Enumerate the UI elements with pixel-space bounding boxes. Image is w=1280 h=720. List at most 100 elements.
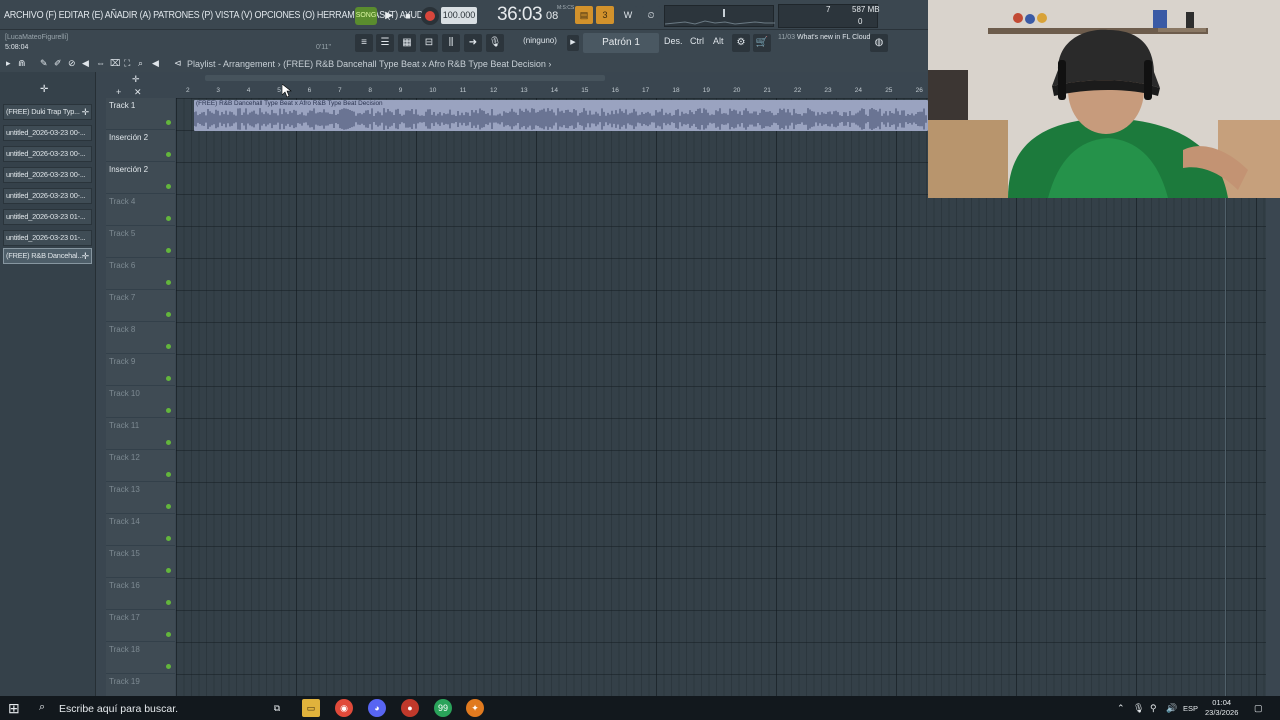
track-mute-led[interactable] <box>166 344 171 349</box>
wait-icon[interactable]: W <box>619 6 637 24</box>
track-mute-led[interactable] <box>166 312 171 317</box>
track-mute-led[interactable] <box>166 600 171 605</box>
fl-studio-icon[interactable]: ✦ <box>466 699 484 717</box>
track-header[interactable]: Track 15 <box>106 546 175 578</box>
song-mode-button[interactable]: SONG <box>355 7 377 25</box>
track-mute-led[interactable] <box>166 152 171 157</box>
channel-rack-icon[interactable]: ☰ <box>376 34 394 52</box>
horizontal-scrollbar[interactable] <box>205 75 605 81</box>
browser-item[interactable]: untitled_2026-03-23 01-... <box>3 209 92 225</box>
add-track-icon[interactable]: + <box>116 87 121 97</box>
track-header[interactable]: Track 13 <box>106 482 175 514</box>
track-header[interactable]: Track 16 <box>106 578 175 610</box>
snap-selector[interactable]: (ninguno) <box>520 36 560 45</box>
track-header[interactable]: Track 17 <box>106 610 175 642</box>
track-mute-led[interactable] <box>166 184 171 189</box>
speaker-icon[interactable]: ◀ <box>152 58 159 69</box>
track-mute-led[interactable] <box>166 664 171 669</box>
stop-icon[interactable]: ■ <box>400 7 416 25</box>
settings-icon[interactable]: ⚙ <box>732 34 750 52</box>
track-mute-led[interactable] <box>166 440 171 445</box>
browser-item[interactable]: untitled_2026-03-23 00-... <box>3 167 92 183</box>
pattern-selector[interactable]: Patrón 1 <box>583 33 659 53</box>
play-icon[interactable]: ▶ <box>380 7 398 25</box>
taskbar-search-input[interactable]: Escribe aquí para buscar. <box>59 703 178 715</box>
undo-button[interactable]: Des. <box>664 36 683 46</box>
delete-icon[interactable]: ⊘ <box>68 58 76 69</box>
ctrl-button[interactable]: Ctrl <box>690 36 704 46</box>
track-header[interactable]: Track 5 <box>106 226 175 258</box>
track-mute-led[interactable] <box>166 408 171 413</box>
volume-icon[interactable]: 🔊 <box>1166 703 1177 714</box>
track-header[interactable]: Track 9 <box>106 354 175 386</box>
playlist-menu-icon[interactable]: ▸ <box>6 58 11 69</box>
track-mute-led[interactable] <box>166 504 171 509</box>
zoom-icon[interactable]: ⌕ <box>138 58 143 69</box>
piano-roll-icon[interactable]: ▦ <box>398 34 416 52</box>
pattern-song-icon[interactable]: ▤ <box>575 6 593 24</box>
track-mute-led[interactable] <box>166 632 171 637</box>
track-header[interactable]: Track 10 <box>106 386 175 418</box>
track-header[interactable]: Track 1 <box>106 98 175 130</box>
track-header[interactable]: Track 7 <box>106 290 175 322</box>
track-mute-led[interactable] <box>166 536 171 541</box>
tempo-display[interactable]: 100.000 <box>441 7 477 24</box>
track-header[interactable]: Track 11 <box>106 418 175 450</box>
microphone-icon[interactable]: 🎙 <box>486 34 504 52</box>
pattern-prev-icon[interactable]: ▶ <box>567 35 579 51</box>
slice-icon[interactable]: ⌧ <box>110 58 120 69</box>
close-icon[interactable]: ✕ <box>134 87 142 98</box>
notifications-icon[interactable]: ▢ <box>1254 703 1263 714</box>
search-icon[interactable]: ⌕ <box>39 701 45 714</box>
chrome-icon[interactable]: ◉ <box>335 699 353 717</box>
mixer-icon[interactable]: ⊟ <box>420 34 438 52</box>
browser-item[interactable]: untitled_2026-03-23 00-... <box>3 125 92 141</box>
select-icon[interactable]: ⛶ <box>124 58 130 69</box>
magnet-icon[interactable]: ⋒ <box>18 58 26 69</box>
store-icon[interactable]: 🛒 <box>753 34 771 52</box>
browser-item[interactable]: untitled_2026-03-23 00-... <box>3 188 92 204</box>
discord-icon[interactable]: ◕ <box>368 699 386 717</box>
metronome-icon[interactable]: ⏲ <box>642 6 660 24</box>
microphone-tray-icon[interactable]: 🎙 <box>1133 703 1144 714</box>
browser-item-selected[interactable]: (FREE) R&B Dancehal... ✛ <box>3 248 92 264</box>
track-mute-led[interactable] <box>166 472 171 477</box>
track-header[interactable]: Track 4 <box>106 194 175 226</box>
track-mute-led[interactable] <box>166 248 171 253</box>
mute-icon[interactable]: ◀ <box>82 58 89 69</box>
track-header[interactable]: Track 18 <box>106 642 175 674</box>
clock[interactable]: 01:04 23/3/2026 <box>1205 698 1238 718</box>
browser-item[interactable]: untitled_2026-03-23 00-... <box>3 146 92 162</box>
network-icon[interactable]: ⚲ <box>1150 703 1157 714</box>
browser-item[interactable]: untitled_2026-03-23 01-... <box>3 230 92 246</box>
language-indicator[interactable]: ESP <box>1183 704 1198 713</box>
windows-start-icon[interactable]: ⊞ <box>8 700 20 717</box>
track-header[interactable]: Track 12 <box>106 450 175 482</box>
browser-icon[interactable]: ⫼ <box>442 34 460 52</box>
track-mute-led[interactable] <box>166 120 171 125</box>
browser-item[interactable]: (FREE) Duki Trap Typ... ✛ <box>3 104 92 120</box>
track-mute-led[interactable] <box>166 216 171 221</box>
globe-icon[interactable]: ◍ <box>870 34 888 52</box>
move-icon[interactable]: ✛ <box>132 74 140 85</box>
playlist-icon[interactable]: ≡ <box>355 34 373 52</box>
drag-handle-icon[interactable]: ✛ <box>82 105 90 119</box>
track-header[interactable]: Track 6 <box>106 258 175 290</box>
track-mute-led[interactable] <box>166 568 171 573</box>
track-header[interactable]: Inserción 2 <box>106 130 175 162</box>
playlist-arrow-icon[interactable]: ⊲ <box>174 58 182 69</box>
whatsapp-icon[interactable]: 99 <box>434 699 452 717</box>
drag-handle-icon[interactable]: ✛ <box>82 249 90 263</box>
track-header[interactable]: Track 14 <box>106 514 175 546</box>
track-header[interactable]: Inserción 2 <box>106 162 175 194</box>
paint-icon[interactable]: ✐ <box>54 58 62 69</box>
file-explorer-icon[interactable]: ▭ <box>302 699 320 717</box>
track-mute-led[interactable] <box>166 280 171 285</box>
plugin-icon[interactable]: ➜ <box>464 34 482 52</box>
tray-chevron-icon[interactable]: ⌃ <box>1117 703 1125 714</box>
task-view-icon[interactable]: ⧉ <box>268 699 286 717</box>
track-mute-led[interactable] <box>166 376 171 381</box>
browser-resize-icon[interactable]: ✛ <box>40 84 48 95</box>
media-app-icon[interactable]: ● <box>401 699 419 717</box>
alt-button[interactable]: Alt <box>713 36 724 46</box>
